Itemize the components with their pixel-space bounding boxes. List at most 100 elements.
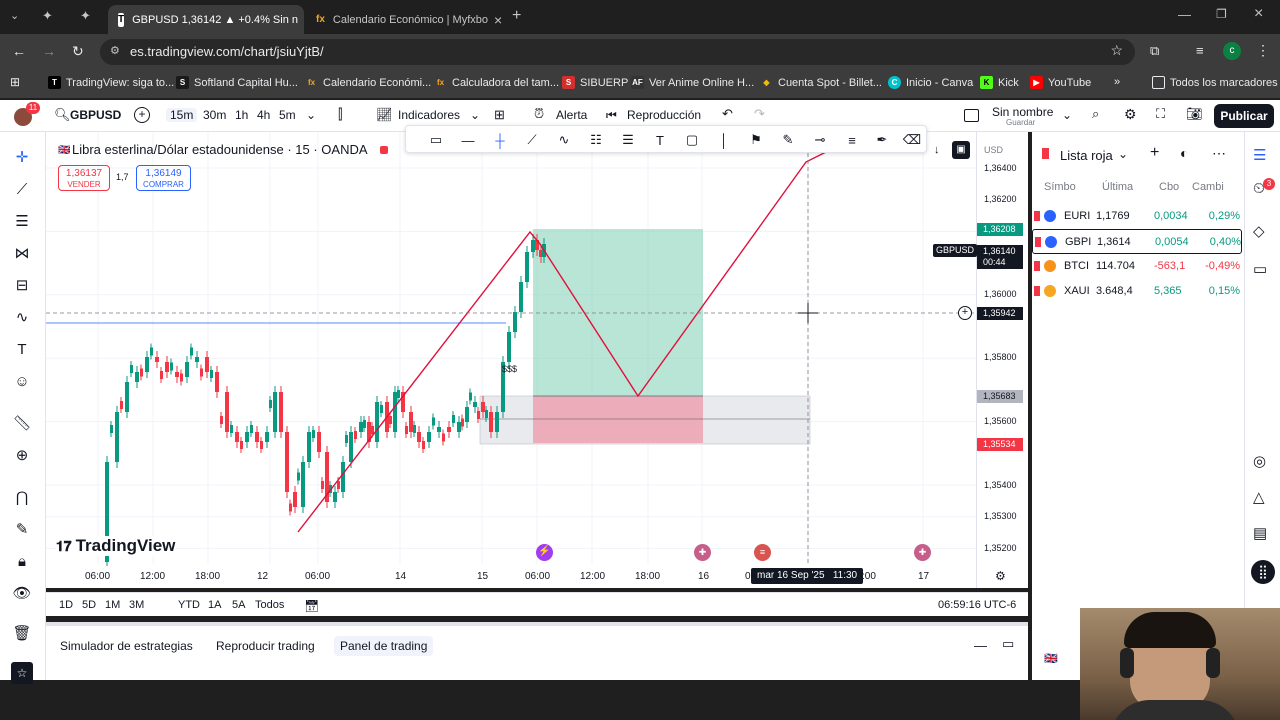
interval-dropdown-icon[interactable]: ⌄ xyxy=(306,108,316,122)
watchlist-row[interactable]: BTCI 114.704 -563,1 -0,49% xyxy=(1032,254,1242,279)
brush-tool-icon[interactable]: ✎ xyxy=(778,130,798,150)
bookmark-item[interactable]: ◆ Cuenta Spot - Billet... xyxy=(760,76,882,89)
clock-timezone[interactable]: 06:59:16 UTC-6 xyxy=(938,599,1016,611)
bookmark-item[interactable]: ▶ YouTube xyxy=(1030,76,1091,89)
cross-line-icon[interactable]: ┼ xyxy=(490,130,510,150)
emoji-icon[interactable]: ☺ xyxy=(11,370,33,392)
add-symbol-icon[interactable]: + xyxy=(1150,144,1159,162)
watchlist-row[interactable]: GBPI 1,3614 0,0054 0,40% xyxy=(1032,229,1242,254)
bookmark-item[interactable]: S SIBUERP xyxy=(562,76,628,89)
tab-search-icon[interactable]: ⌄ xyxy=(10,9,19,22)
close-window-icon[interactable]: × xyxy=(1254,5,1263,23)
forward-icon[interactable]: → xyxy=(42,43,56,59)
path-tool-icon[interactable]: ∿ xyxy=(554,130,574,150)
more-options-icon[interactable]: ⋯ xyxy=(1212,145,1226,162)
interval-5m[interactable]: 5m xyxy=(279,108,296,122)
col-symbol-header[interactable]: Símbo xyxy=(1044,181,1076,193)
minimize-panel-icon[interactable]: — xyxy=(974,638,987,653)
watchlist-row[interactable]: EURI 1,1769 0,0034 0,29% xyxy=(1032,204,1242,229)
quick-search-icon[interactable]: ⌕ xyxy=(1092,106,1099,122)
layers-icon[interactable]: ◇ xyxy=(1253,222,1265,240)
downloads-icon[interactable]: ≡ xyxy=(1196,43,1204,58)
interval-1h[interactable]: 1h xyxy=(235,108,248,122)
profile-avatar[interactable]: c xyxy=(1223,42,1241,60)
range-5d[interactable]: 5D xyxy=(82,599,96,611)
lock-icon[interactable]: 🔒︎ xyxy=(11,550,33,572)
flag-icon[interactable]: ⚑ xyxy=(746,130,766,150)
trend-line-icon[interactable]: ⟋ xyxy=(522,130,542,150)
interval-4h[interactable]: 4h xyxy=(257,108,270,122)
redo-icon[interactable]: ↷ xyxy=(754,106,765,122)
new-tab-icon[interactable]: + xyxy=(512,7,521,25)
col-pct-header[interactable]: Cambi xyxy=(1192,181,1224,193)
trendline-icon[interactable]: ⟋ xyxy=(11,178,33,200)
crosshair-icon[interactable]: ✛ xyxy=(11,146,33,168)
text-icon[interactable]: T xyxy=(11,338,33,360)
extensions-icon[interactable]: ⧉ xyxy=(1150,43,1159,59)
vertical-line-icon[interactable]: │ xyxy=(714,130,734,150)
camera-icon[interactable]: 📷︎ xyxy=(1186,106,1203,122)
calendar-icon[interactable]: ▤ xyxy=(1253,524,1267,542)
templates-icon[interactable]: ⊞ xyxy=(494,107,505,123)
event-uk-flag-icon[interactable]: ✚ xyxy=(694,544,711,561)
bookmark-item[interactable]: K Kick xyxy=(980,76,1019,89)
horizontal-ray-icon[interactable]: ⊸ xyxy=(810,130,830,150)
alert-button[interactable]: Alerta xyxy=(556,108,587,122)
bookmark-item[interactable]: C Inicio - Canva xyxy=(888,76,973,89)
minimize-icon[interactable]: — xyxy=(1178,7,1191,22)
fib-retracement-icon[interactable]: ☰ xyxy=(618,130,638,150)
date-range-calendar-icon[interactable]: 📅︎ xyxy=(304,599,319,613)
indicators-button[interactable]: Indicadores xyxy=(398,108,460,122)
range-1a[interactable]: 1A xyxy=(208,599,221,611)
zoom-icon[interactable]: ⊕ xyxy=(11,444,33,466)
chat-icon[interactable]: ▭ xyxy=(1253,260,1267,278)
col-change-header[interactable]: Cbo xyxy=(1159,181,1179,193)
range-all[interactable]: Todos xyxy=(255,599,284,611)
parallel-channel-icon[interactable]: ≡ xyxy=(842,130,862,150)
replay-button[interactable]: Reproducción xyxy=(627,108,701,122)
bookmark-star-icon[interactable]: ☆ xyxy=(1110,42,1123,59)
bookmark-item[interactable]: S Softland Capital Hu... xyxy=(176,76,298,89)
trash-icon[interactable]: 🗑︎ xyxy=(11,622,33,644)
tab-trading-panel[interactable]: Panel de trading xyxy=(334,636,434,656)
range-3m[interactable]: 3M xyxy=(129,599,144,611)
publish-button[interactable]: Publicar xyxy=(1214,104,1274,128)
draw-mode-icon[interactable]: ✎ xyxy=(11,518,33,540)
back-icon[interactable]: ← xyxy=(12,43,26,59)
layout-icon[interactable] xyxy=(964,109,979,122)
text-tool-icon[interactable]: T xyxy=(650,130,670,150)
buy-button[interactable]: 1,36149 COMPRAR xyxy=(136,165,191,191)
sell-button[interactable]: 1,36137 VENDER xyxy=(58,165,110,191)
line-tool-icon[interactable]: — xyxy=(458,130,478,150)
restore-icon[interactable]: ❐ xyxy=(1216,7,1227,21)
settings-gear-icon[interactable]: ⚙ xyxy=(1124,106,1137,123)
price-axis[interactable]: USD 1,36400 1,36200 1,36000 1,35800 1,35… xyxy=(976,132,1028,588)
symbol-button[interactable]: GBPUSD xyxy=(70,108,121,122)
apps-icon[interactable]: ⊞ xyxy=(10,75,20,89)
undo-icon[interactable]: ↶ xyxy=(722,106,733,122)
ruler-icon[interactable]: 📏︎ xyxy=(11,412,33,434)
object-tree-icon[interactable]: ▣ xyxy=(952,141,970,159)
eraser-icon[interactable]: ⌫ xyxy=(902,130,922,150)
candle-type-icon[interactable]: ⫿ xyxy=(338,106,342,123)
site-info-icon[interactable]: ⚙ xyxy=(110,44,120,57)
target-icon[interactable]: ◎ xyxy=(1253,452,1266,470)
watchlist-dropdown-icon[interactable]: ⌄ xyxy=(1118,147,1128,161)
add-alert-plus-icon[interactable]: + xyxy=(958,306,972,320)
magnet-icon[interactable]: ⋂ xyxy=(11,486,33,508)
watchlist-layout-icon[interactable]: ◐ xyxy=(1180,145,1188,161)
collapse-arrow-icon[interactable]: ↓ xyxy=(934,144,940,156)
fib-icon[interactable]: ☰ xyxy=(11,210,33,232)
event-lightning-icon[interactable]: ⚡ xyxy=(536,544,553,561)
watchlist-icon[interactable]: ☰ xyxy=(1253,146,1266,164)
menu-icon[interactable]: ⋮ xyxy=(1256,42,1270,59)
chart-pane[interactable]: 🇬🇧︎ Libra esterlina/Dólar estadounidense… xyxy=(46,132,976,588)
time-axis[interactable]: 06:00 12:00 18:00 12 06:00 14 15 06:00 1… xyxy=(46,566,1006,588)
layout-dropdown-icon[interactable]: ⌄ xyxy=(1062,108,1072,122)
event-us-flag-icon[interactable]: ≡ xyxy=(754,544,771,561)
brush-icon[interactable]: ∿ xyxy=(11,306,33,328)
tab-replay-trading[interactable]: Reproducir trading xyxy=(210,636,321,656)
col-last-header[interactable]: Última xyxy=(1102,181,1133,193)
rectangle-tool-icon[interactable]: ▭ xyxy=(426,130,446,150)
interval-15m[interactable]: 15m xyxy=(166,108,198,122)
